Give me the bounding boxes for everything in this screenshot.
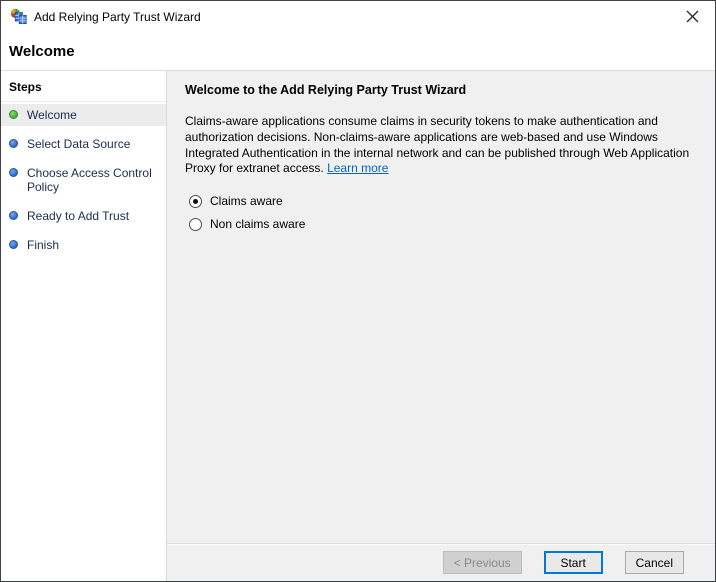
radio-non-claims-aware[interactable]: Non claims aware (189, 217, 699, 231)
steps-heading: Steps (1, 71, 166, 102)
adfs-wizard-icon (10, 8, 27, 24)
cancel-button[interactable]: Cancel (624, 551, 684, 574)
blue-dot-icon (9, 139, 18, 148)
previous-button: < Previous (442, 551, 522, 574)
blue-dot-icon (9, 168, 18, 177)
radio-label: Non claims aware (210, 217, 306, 232)
close-button[interactable] (670, 1, 715, 32)
content-heading: Welcome to the Add Relying Party Trust W… (185, 83, 467, 97)
application-type-radio-group: Claims aware Non claims aware (185, 194, 699, 231)
step-label: Finish (27, 238, 60, 252)
close-icon (686, 10, 699, 23)
blue-dot-icon (9, 211, 18, 220)
radio-unselected-icon (189, 217, 202, 231)
step-item-select-data-source[interactable]: Select Data Source (1, 133, 166, 155)
wizard-window: Add Relying Party Trust Wizard Welcome S… (0, 0, 716, 582)
window-title: Add Relying Party Trust Wizard (34, 9, 201, 24)
steps-list: Welcome Select Data Source Choose Access… (1, 104, 166, 256)
page-title: Welcome (9, 42, 75, 60)
step-label: Choose Access Control Policy (27, 166, 152, 194)
main-panel: Welcome to the Add Relying Party Trust W… (167, 71, 715, 581)
page-header: Welcome (1, 32, 715, 71)
welcome-content: Welcome to the Add Relying Party Trust W… (167, 71, 715, 543)
title-bar: Add Relying Party Trust Wizard (1, 1, 715, 32)
green-dot-icon (9, 110, 18, 119)
start-button[interactable]: Start (543, 551, 603, 574)
wizard-button-bar: < Previous Start Cancel (167, 543, 715, 581)
step-item-welcome[interactable]: Welcome (1, 104, 166, 126)
learn-more-link[interactable]: Learn more (327, 161, 388, 175)
step-item-ready-to-add-trust[interactable]: Ready to Add Trust (1, 205, 166, 227)
steps-sidebar: Steps Welcome Select Data Source Choose … (1, 71, 167, 581)
step-label: Select Data Source (27, 137, 131, 151)
description-body: Claims-aware applications consume claims… (185, 114, 690, 176)
description-text: Claims-aware applications consume claims… (185, 114, 699, 177)
step-item-finish[interactable]: Finish (1, 234, 166, 256)
step-label: Welcome (27, 108, 77, 122)
step-label: Ready to Add Trust (27, 209, 130, 223)
step-item-choose-access-control-policy[interactable]: Choose Access Control Policy (1, 162, 166, 198)
radio-label: Claims aware (210, 194, 283, 209)
blue-dot-icon (9, 240, 18, 249)
radio-selected-icon (189, 194, 202, 208)
radio-claims-aware[interactable]: Claims aware (189, 194, 699, 208)
